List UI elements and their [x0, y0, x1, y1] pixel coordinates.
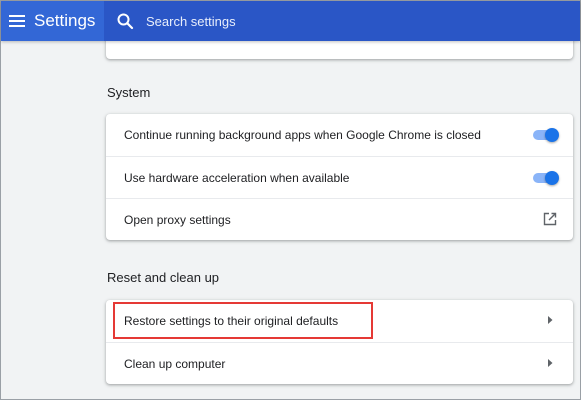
hardware-acceleration-toggle[interactable] [531, 171, 559, 185]
hardware-acceleration-label: Use hardware acceleration when available [124, 171, 350, 185]
menu-button[interactable] [6, 10, 28, 32]
hamburger-menu-icon [9, 15, 25, 27]
reset-card: Restore settings to their original defau… [106, 300, 573, 384]
section-title-reset: Reset and clean up [107, 270, 220, 285]
background-apps-label: Continue running background apps when Go… [124, 128, 481, 142]
background-apps-row[interactable]: Continue running background apps when Go… [106, 114, 573, 156]
search-icon [117, 13, 134, 30]
restore-defaults-row[interactable]: Restore settings to their original defau… [106, 300, 573, 342]
page-title: Settings [34, 11, 96, 30]
search-box[interactable] [104, 1, 580, 41]
proxy-settings-label: Open proxy settings [124, 213, 231, 227]
top-app-bar: Settings [1, 1, 580, 41]
hardware-acceleration-row[interactable]: Use hardware acceleration when available [106, 156, 573, 198]
clean-up-computer-row[interactable]: Clean up computer [106, 342, 573, 384]
restore-defaults-label: Restore settings to their original defau… [124, 314, 339, 328]
toggle-knob [545, 128, 559, 142]
open-in-new-icon[interactable] [543, 212, 557, 226]
search-input[interactable] [146, 10, 446, 32]
toggle-knob [545, 171, 559, 185]
arrow-right-icon [548, 316, 553, 324]
system-card: Continue running background apps when Go… [106, 114, 573, 240]
section-title-system: System [107, 85, 151, 100]
arrow-right-icon [548, 359, 553, 367]
clean-up-computer-label: Clean up computer [124, 357, 226, 371]
background-apps-toggle[interactable] [531, 128, 559, 142]
proxy-settings-row[interactable]: Open proxy settings [106, 198, 573, 240]
